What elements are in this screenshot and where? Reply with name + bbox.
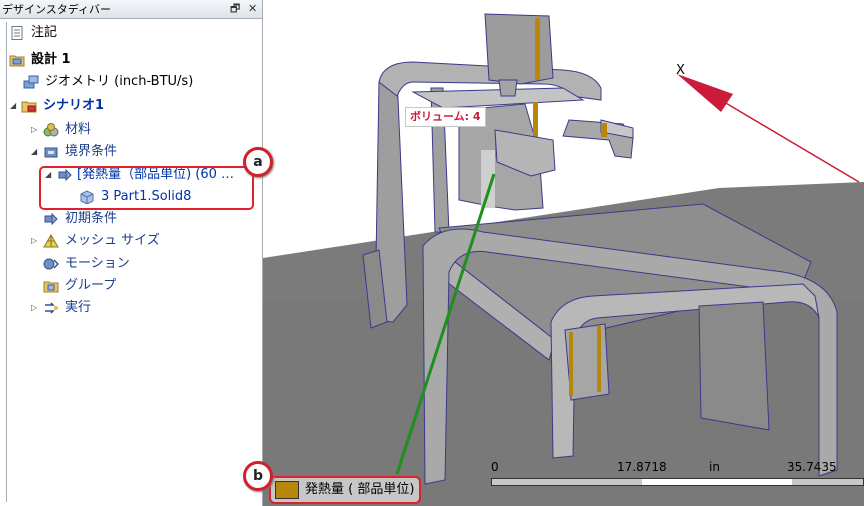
boundary-conditions-icon — [44, 147, 58, 158]
design-tree: 注記 設計 1 ジオメトリ (inch-BTU/s) ◢ シナリオ1 ▷ 材料 … — [6, 22, 262, 502]
collapse-arrow-icon[interactable]: ◢ — [10, 96, 19, 116]
top-post-neck — [498, 79, 518, 97]
legend: 発熱量 ( 部品単位) — [269, 476, 421, 504]
tree-item-label: モーション — [65, 256, 130, 271]
tree-item-motion[interactable]: モーション — [43, 254, 257, 274]
tree-item-mesh-size[interactable]: ▷ メッシュ サイズ — [29, 231, 257, 251]
tree-item-materials[interactable]: ▷ 材料 — [29, 120, 257, 140]
panel-header: デザインスタディバー 🗗 ✕ — [0, 0, 262, 19]
scale-segment — [492, 479, 642, 485]
close-icon[interactable]: ✕ — [248, 2, 257, 16]
highlight-box-a — [39, 166, 254, 210]
volume-label: ボリューム: 4 — [405, 107, 486, 127]
tree-item-label: 注記 — [31, 25, 58, 40]
tree-item-notes[interactable]: 注記 — [7, 23, 257, 43]
heat-band — [601, 123, 607, 137]
legend-swatch — [275, 481, 299, 499]
notes-icon — [11, 26, 23, 40]
expand-arrow-icon[interactable]: ▷ — [31, 298, 40, 318]
heat-band — [597, 326, 601, 392]
group-folder-icon — [43, 281, 59, 293]
scale-bar — [491, 478, 864, 486]
tree-item-initial-conditions[interactable]: 初期条件 — [43, 209, 257, 229]
scale-mid-label: 17.8718 — [617, 460, 667, 474]
scale-end-label: 35.7435 — [787, 460, 837, 474]
pin-icon[interactable]: 🗗 — [230, 2, 240, 16]
tree-item-groups[interactable]: グループ — [43, 276, 257, 296]
design-folder-icon — [9, 55, 25, 67]
callout-a: a — [243, 147, 273, 177]
panel-title: デザインスタディバー — [2, 3, 112, 16]
tree-item-label: メッシュ サイズ — [65, 233, 160, 248]
front-chair-panel — [698, 301, 770, 431]
tree-item-design[interactable]: 設計 1 — [7, 50, 257, 70]
run-icon — [45, 302, 58, 314]
tree-item-label: 材料 — [65, 122, 92, 137]
tree-item-boundary-conditions[interactable]: ◢ 境界条件 — [29, 142, 257, 162]
tree-item-scenario[interactable]: ◢ シナリオ1 — [7, 96, 257, 116]
tree-item-geometry[interactable]: ジオメトリ (inch-BTU/s) — [21, 72, 257, 92]
heat-band — [535, 18, 540, 80]
top-post — [484, 13, 554, 85]
geometry-icon — [23, 75, 39, 89]
scale-start-label: 0 — [491, 460, 499, 474]
callout-b: b — [243, 461, 273, 491]
initial-conditions-icon — [44, 212, 58, 226]
collapse-arrow-icon[interactable]: ◢ — [31, 142, 40, 162]
heat-band — [569, 332, 573, 396]
tree-item-label: グループ — [65, 278, 117, 293]
scenario-folder-icon — [21, 101, 37, 113]
tree-item-run[interactable]: ▷ 実行 — [29, 298, 257, 318]
model-view[interactable] — [263, 0, 864, 506]
tree-item-label: 実行 — [65, 300, 92, 315]
legend-label: 発熱量 ( 部品単位) — [305, 482, 415, 497]
expand-arrow-icon[interactable]: ▷ — [31, 120, 40, 140]
tree-item-label: 境界条件 — [65, 144, 118, 159]
tree-item-label: シナリオ1 — [43, 98, 105, 113]
scale-unit-label: in — [709, 460, 720, 474]
tree-item-label: ジオメトリ (inch-BTU/s) — [45, 74, 194, 89]
scale-segment — [642, 479, 792, 485]
3d-viewport[interactable]: ボリューム: 4 X 発熱量 ( 部品単位) 0 17.8718 in 35.7… — [263, 0, 864, 506]
motion-icon — [43, 258, 59, 270]
expand-arrow-icon[interactable]: ▷ — [31, 231, 40, 251]
x-axis-arrowhead — [677, 74, 733, 112]
x-axis-label: X — [676, 63, 685, 78]
materials-icon — [43, 123, 59, 137]
tree-item-label: 初期条件 — [65, 211, 118, 226]
mesh-icon — [43, 234, 59, 248]
tree-item-label: 設計 1 — [31, 52, 71, 67]
scale-segment — [792, 479, 863, 485]
design-study-bar: デザインスタディバー 🗗 ✕ 注記 設計 1 ジオメトリ (inch-BTU/s… — [0, 0, 263, 506]
back-chair-seat — [411, 87, 585, 109]
